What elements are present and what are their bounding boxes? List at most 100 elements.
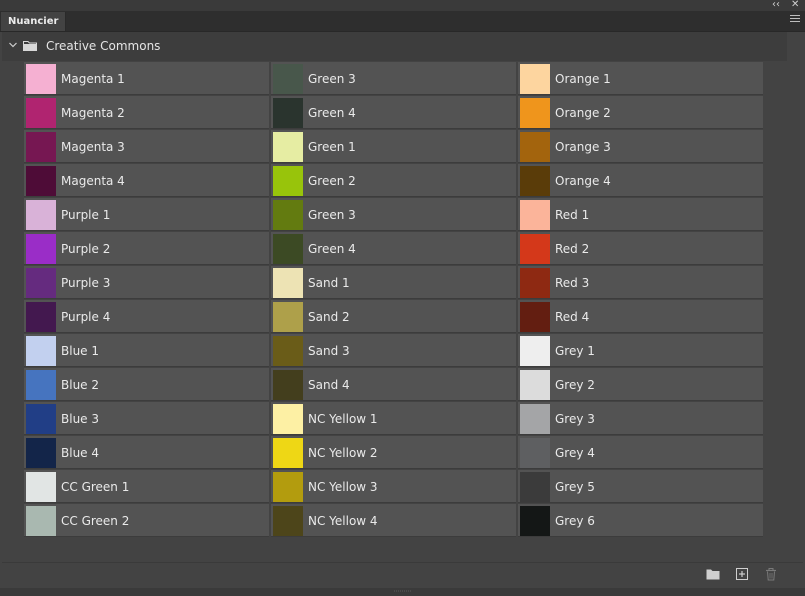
swatch-color-chip[interactable]	[520, 268, 550, 298]
swatch-item[interactable]: Green 3	[271, 198, 516, 231]
swatch-item[interactable]: Sand 2	[271, 300, 516, 333]
swatch-color-chip[interactable]	[26, 166, 56, 196]
swatch-color-chip[interactable]	[26, 336, 56, 366]
swatch-color-chip[interactable]	[26, 234, 56, 264]
swatch-item[interactable]: Orange 3	[518, 130, 763, 163]
swatch-item[interactable]: Magenta 3	[24, 130, 269, 163]
chevron-down-icon[interactable]	[9, 41, 17, 49]
swatch-item[interactable]: Magenta 2	[24, 96, 269, 129]
swatch-item[interactable]: Orange 4	[518, 164, 763, 197]
new-swatch-icon[interactable]	[736, 568, 748, 580]
swatch-item[interactable]: Grey 2	[518, 368, 763, 401]
swatch-color-chip[interactable]	[273, 302, 303, 332]
swatch-item[interactable]: CC Green 2	[24, 504, 269, 537]
swatch-item[interactable]: Red 1	[518, 198, 763, 231]
swatch-color-chip[interactable]	[26, 132, 56, 162]
swatch-name: Orange 4	[555, 174, 611, 188]
swatch-item[interactable]: Grey 6	[518, 504, 763, 537]
swatch-color-chip[interactable]	[26, 268, 56, 298]
swatch-item[interactable]: Blue 3	[24, 402, 269, 435]
swatch-item[interactable]: Orange 2	[518, 96, 763, 129]
swatch-color-chip[interactable]	[26, 506, 56, 536]
swatch-color-chip[interactable]	[520, 472, 550, 502]
tab-swatches[interactable]: Nuancier	[1, 12, 67, 31]
swatch-color-chip[interactable]	[273, 234, 303, 264]
swatch-color-chip[interactable]	[273, 438, 303, 468]
swatch-color-chip[interactable]	[273, 166, 303, 196]
swatch-item[interactable]: Green 4	[271, 96, 516, 129]
swatch-color-chip[interactable]	[520, 302, 550, 332]
swatch-item[interactable]: Red 2	[518, 232, 763, 265]
swatch-color-chip[interactable]	[26, 472, 56, 502]
swatch-color-chip[interactable]	[273, 472, 303, 502]
swatch-item[interactable]: Purple 3	[24, 266, 269, 299]
swatch-item[interactable]: CC Green 1	[24, 470, 269, 503]
swatch-color-chip[interactable]	[26, 64, 56, 94]
swatch-item[interactable]: Magenta 1	[24, 62, 269, 95]
swatch-name: Grey 1	[555, 344, 595, 358]
swatch-item[interactable]: Blue 1	[24, 334, 269, 367]
swatch-color-chip[interactable]	[26, 404, 56, 434]
swatch-item[interactable]: Green 3	[271, 62, 516, 95]
new-group-icon[interactable]	[706, 568, 720, 580]
swatches-panel: ‹‹ ✕ Nuancier Creative Commons Magenta 1…	[0, 0, 805, 596]
swatch-item[interactable]: Green 4	[271, 232, 516, 265]
resize-grip-icon[interactable]	[394, 590, 412, 593]
swatch-item[interactable]: Green 1	[271, 130, 516, 163]
swatch-item[interactable]: Red 4	[518, 300, 763, 333]
swatch-color-chip[interactable]	[520, 200, 550, 230]
swatch-item[interactable]: Grey 5	[518, 470, 763, 503]
swatch-item[interactable]: Grey 1	[518, 334, 763, 367]
swatch-color-chip[interactable]	[273, 370, 303, 400]
swatch-color-chip[interactable]	[520, 234, 550, 264]
delete-swatch-icon[interactable]	[765, 568, 777, 581]
swatch-name: Grey 4	[555, 446, 595, 460]
swatch-color-chip[interactable]	[520, 506, 550, 536]
swatch-color-chip[interactable]	[520, 166, 550, 196]
swatch-item[interactable]: NC Yellow 3	[271, 470, 516, 503]
swatch-item[interactable]: Blue 2	[24, 368, 269, 401]
swatch-name: NC Yellow 3	[308, 480, 378, 494]
swatch-item[interactable]: NC Yellow 1	[271, 402, 516, 435]
swatch-color-chip[interactable]	[273, 98, 303, 128]
swatch-item[interactable]: Sand 1	[271, 266, 516, 299]
swatch-color-chip[interactable]	[520, 132, 550, 162]
close-panel-icon[interactable]: ✕	[791, 0, 799, 11]
swatch-color-chip[interactable]	[273, 336, 303, 366]
swatch-item[interactable]: Magenta 4	[24, 164, 269, 197]
collapse-panels-icon[interactable]: ‹‹	[772, 0, 780, 11]
swatch-item[interactable]: Sand 3	[271, 334, 516, 367]
swatch-item[interactable]: Red 3	[518, 266, 763, 299]
swatch-item[interactable]: Purple 4	[24, 300, 269, 333]
swatch-item[interactable]: Purple 2	[24, 232, 269, 265]
panel-menu-icon[interactable]	[790, 15, 800, 25]
swatch-color-chip[interactable]	[26, 302, 56, 332]
swatch-item[interactable]: Grey 4	[518, 436, 763, 469]
swatch-item[interactable]: Grey 3	[518, 402, 763, 435]
swatch-color-chip[interactable]	[520, 404, 550, 434]
swatch-item[interactable]: NC Yellow 2	[271, 436, 516, 469]
swatch-color-chip[interactable]	[273, 268, 303, 298]
swatch-color-chip[interactable]	[520, 64, 550, 94]
swatch-item[interactable]: NC Yellow 4	[271, 504, 516, 537]
swatch-item[interactable]: Purple 1	[24, 198, 269, 231]
swatch-color-chip[interactable]	[273, 200, 303, 230]
swatch-color-chip[interactable]	[520, 336, 550, 366]
swatch-group-header[interactable]: Creative Commons	[2, 32, 787, 61]
swatch-color-chip[interactable]	[273, 64, 303, 94]
swatch-item[interactable]: Green 2	[271, 164, 516, 197]
swatch-color-chip[interactable]	[26, 200, 56, 230]
swatch-color-chip[interactable]	[26, 370, 56, 400]
swatch-color-chip[interactable]	[520, 98, 550, 128]
swatch-item[interactable]: Orange 1	[518, 62, 763, 95]
swatch-color-chip[interactable]	[520, 370, 550, 400]
swatch-name: Magenta 2	[61, 106, 125, 120]
swatch-item[interactable]: Sand 4	[271, 368, 516, 401]
swatch-color-chip[interactable]	[273, 404, 303, 434]
swatch-color-chip[interactable]	[26, 98, 56, 128]
swatch-color-chip[interactable]	[26, 438, 56, 468]
swatch-item[interactable]: Blue 4	[24, 436, 269, 469]
swatch-color-chip[interactable]	[273, 132, 303, 162]
swatch-color-chip[interactable]	[273, 506, 303, 536]
swatch-color-chip[interactable]	[520, 438, 550, 468]
